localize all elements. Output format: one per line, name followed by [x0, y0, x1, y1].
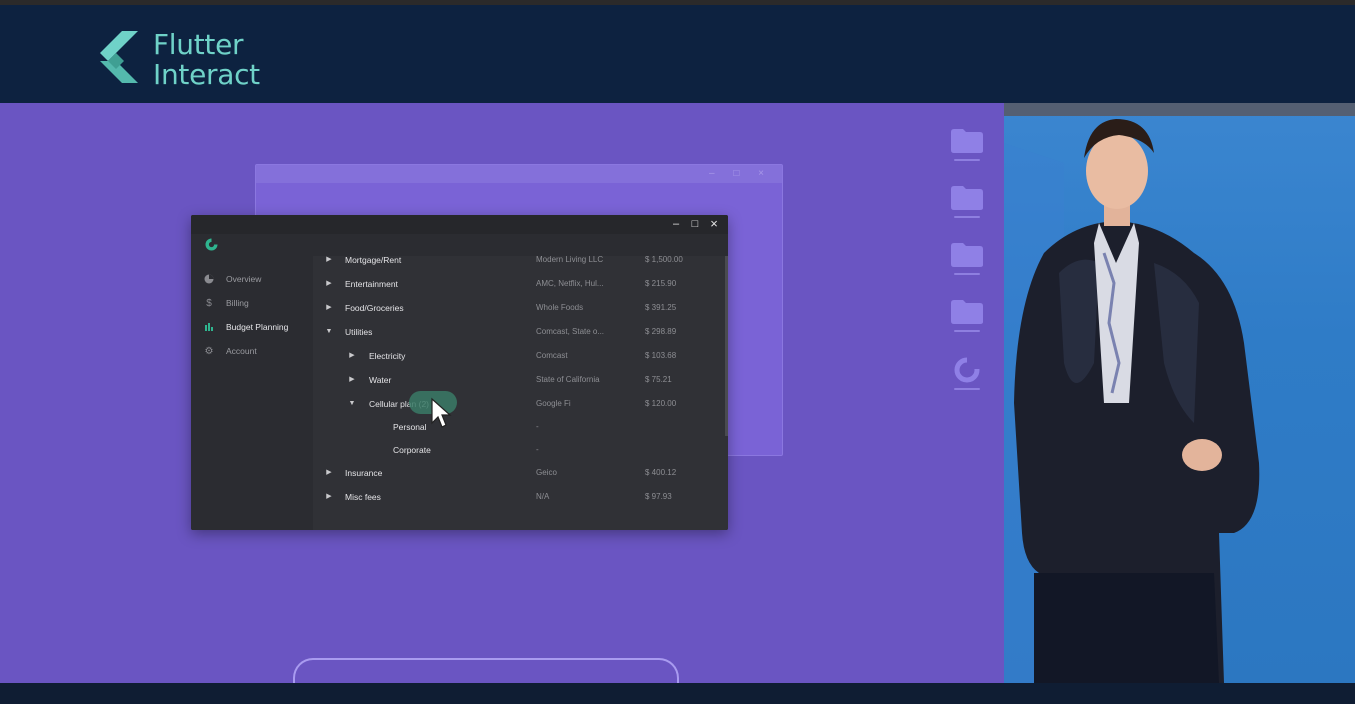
budget-app-window: – □ × Overview $ Billing Budget Planning… — [191, 215, 728, 530]
expand-arrow-icon[interactable]: ▶ — [324, 468, 334, 478]
scrollbar[interactable] — [725, 256, 728, 436]
row-vendor: AMC, Netflix, Hul... — [536, 279, 604, 288]
pie-chart-icon — [203, 273, 215, 285]
row-amount: $ 75.21 — [645, 375, 672, 384]
row-name: Water — [369, 375, 392, 385]
row-vendor: N/A — [536, 492, 550, 501]
row-vendor: Whole Foods — [536, 303, 584, 312]
folder-label-bar — [954, 330, 980, 332]
collapse-arrow-icon[interactable]: ▼ — [324, 327, 334, 337]
bar-chart-icon — [203, 321, 215, 333]
expand-arrow-icon[interactable]: ▶ — [347, 351, 357, 361]
table-row[interactable]: ▶ Mortgage/Rent Modern Living LLC $ 1,50… — [313, 253, 723, 269]
row-amount: $ 400.12 — [645, 468, 677, 477]
row-vendor: - — [536, 422, 539, 431]
row-name: Mortgage/Rent — [345, 255, 402, 265]
mouse-cursor-icon — [431, 397, 452, 428]
row-amount: $ 391.25 — [645, 303, 677, 312]
row-amount: $ 103.68 — [645, 351, 677, 360]
sidebar-item-billing[interactable]: $ Billing — [203, 296, 249, 310]
speaker-figure — [1004, 119, 1260, 683]
sidebar-item-label: Overview — [226, 274, 262, 284]
sidebar-item-label: Account — [226, 346, 257, 356]
row-name: Personal — [393, 422, 427, 432]
row-name: Entertainment — [345, 279, 398, 289]
table-row[interactable]: ▶ Misc fees N/A $ 97.93 — [313, 490, 723, 506]
table-row[interactable]: ▶ Water State of California $ 75.21 — [313, 373, 723, 389]
folder-icon[interactable] — [950, 242, 984, 268]
row-vendor: - — [536, 445, 539, 454]
table-row[interactable]: ▶ Entertainment AMC, Netflix, Hul... $ 2… — [313, 277, 723, 293]
row-vendor: State of California — [536, 375, 600, 384]
row-amount: $ 97.93 — [645, 492, 672, 501]
row-vendor: Comcast, State o... — [536, 327, 605, 336]
folder-label-bar — [954, 216, 980, 218]
folder-label-bar — [954, 273, 980, 275]
sidebar-item-budget-planning[interactable]: Budget Planning — [203, 320, 288, 334]
launcher-label-bar — [954, 388, 980, 390]
window-titlebar: – □ × — [191, 215, 728, 234]
row-amount: $ 1,500.00 — [645, 255, 683, 264]
event-header: Flutter Interact — [0, 5, 1355, 103]
table-row[interactable]: Corporate - — [313, 443, 723, 459]
row-name: Insurance — [345, 468, 383, 478]
background-window-controls: – □ × — [709, 168, 772, 179]
maximize-button[interactable]: □ — [688, 217, 702, 231]
table-row[interactable]: ▼ Utilities Comcast, State o... $ 298.89 — [313, 325, 723, 341]
expand-arrow-icon[interactable]: ▶ — [324, 279, 334, 289]
background-window-titlebar: – □ × — [256, 165, 782, 183]
row-name: Corporate — [393, 445, 431, 455]
row-vendor: Modern Living LLC — [536, 255, 604, 264]
app-logo-icon — [205, 238, 218, 251]
table-row[interactable]: ▼ Cellular plan (2) Google Fi $ 120.00 — [313, 397, 723, 413]
expand-arrow-icon[interactable]: ▶ — [347, 375, 357, 385]
expand-arrow-icon[interactable]: ▶ — [324, 303, 334, 313]
dollar-icon: $ — [206, 297, 212, 309]
table-row[interactable]: ▶ Insurance Geico $ 400.12 — [313, 466, 723, 482]
sidebar-item-account[interactable]: ⚙ Account — [203, 344, 257, 358]
event-title: Flutter Interact — [153, 30, 260, 90]
row-amount: $ 298.89 — [645, 327, 677, 336]
sidebar-item-overview[interactable]: Overview — [203, 272, 261, 286]
collapse-arrow-icon[interactable]: ▼ — [347, 399, 357, 409]
brand-line-2: Interact — [153, 58, 260, 91]
budget-table: ▶ Mortgage/Rent Modern Living LLC $ 1,50… — [313, 253, 728, 530]
row-name: Utilities — [345, 327, 373, 337]
folder-icon[interactable] — [950, 128, 984, 154]
speaker-video-feed — [1004, 103, 1355, 683]
row-vendor: Geico — [536, 468, 557, 477]
expand-arrow-icon[interactable]: ▶ — [324, 255, 334, 265]
row-vendor: Google Fi — [536, 399, 571, 408]
folder-icon[interactable] — [950, 185, 984, 211]
presentation-frame: Flutter Interact – □ × – □ × Overview $ … — [0, 0, 1355, 704]
row-amount: $ 215.90 — [645, 279, 677, 288]
app-sidebar: Overview $ Billing Budget Planning ⚙ Acc… — [191, 256, 313, 530]
flutter-logo-icon — [100, 31, 138, 83]
bottom-bar — [0, 683, 1355, 704]
sidebar-item-label: Billing — [226, 298, 249, 308]
folder-label-bar — [954, 159, 980, 161]
row-amount: $ 120.00 — [645, 399, 677, 408]
table-row[interactable]: ▶ Electricity Comcast $ 103.68 — [313, 349, 723, 365]
brand-line-1: Flutter — [153, 28, 244, 61]
app-launcher-icon[interactable] — [954, 357, 980, 383]
table-row[interactable]: Personal - — [313, 420, 723, 436]
row-name: Misc fees — [345, 492, 381, 502]
row-name: Electricity — [369, 351, 406, 361]
gear-icon: ⚙ — [204, 345, 214, 357]
row-vendor: Comcast — [536, 351, 568, 360]
expand-arrow-icon[interactable]: ▶ — [324, 492, 334, 502]
table-row[interactable]: ▶ Food/Groceries Whole Foods $ 391.25 — [313, 301, 723, 317]
sidebar-item-label: Budget Planning — [226, 322, 289, 332]
row-name: Food/Groceries — [345, 303, 404, 313]
close-button[interactable]: × — [707, 217, 721, 231]
folder-icon[interactable] — [950, 299, 984, 325]
minimize-button[interactable]: – — [669, 217, 683, 231]
